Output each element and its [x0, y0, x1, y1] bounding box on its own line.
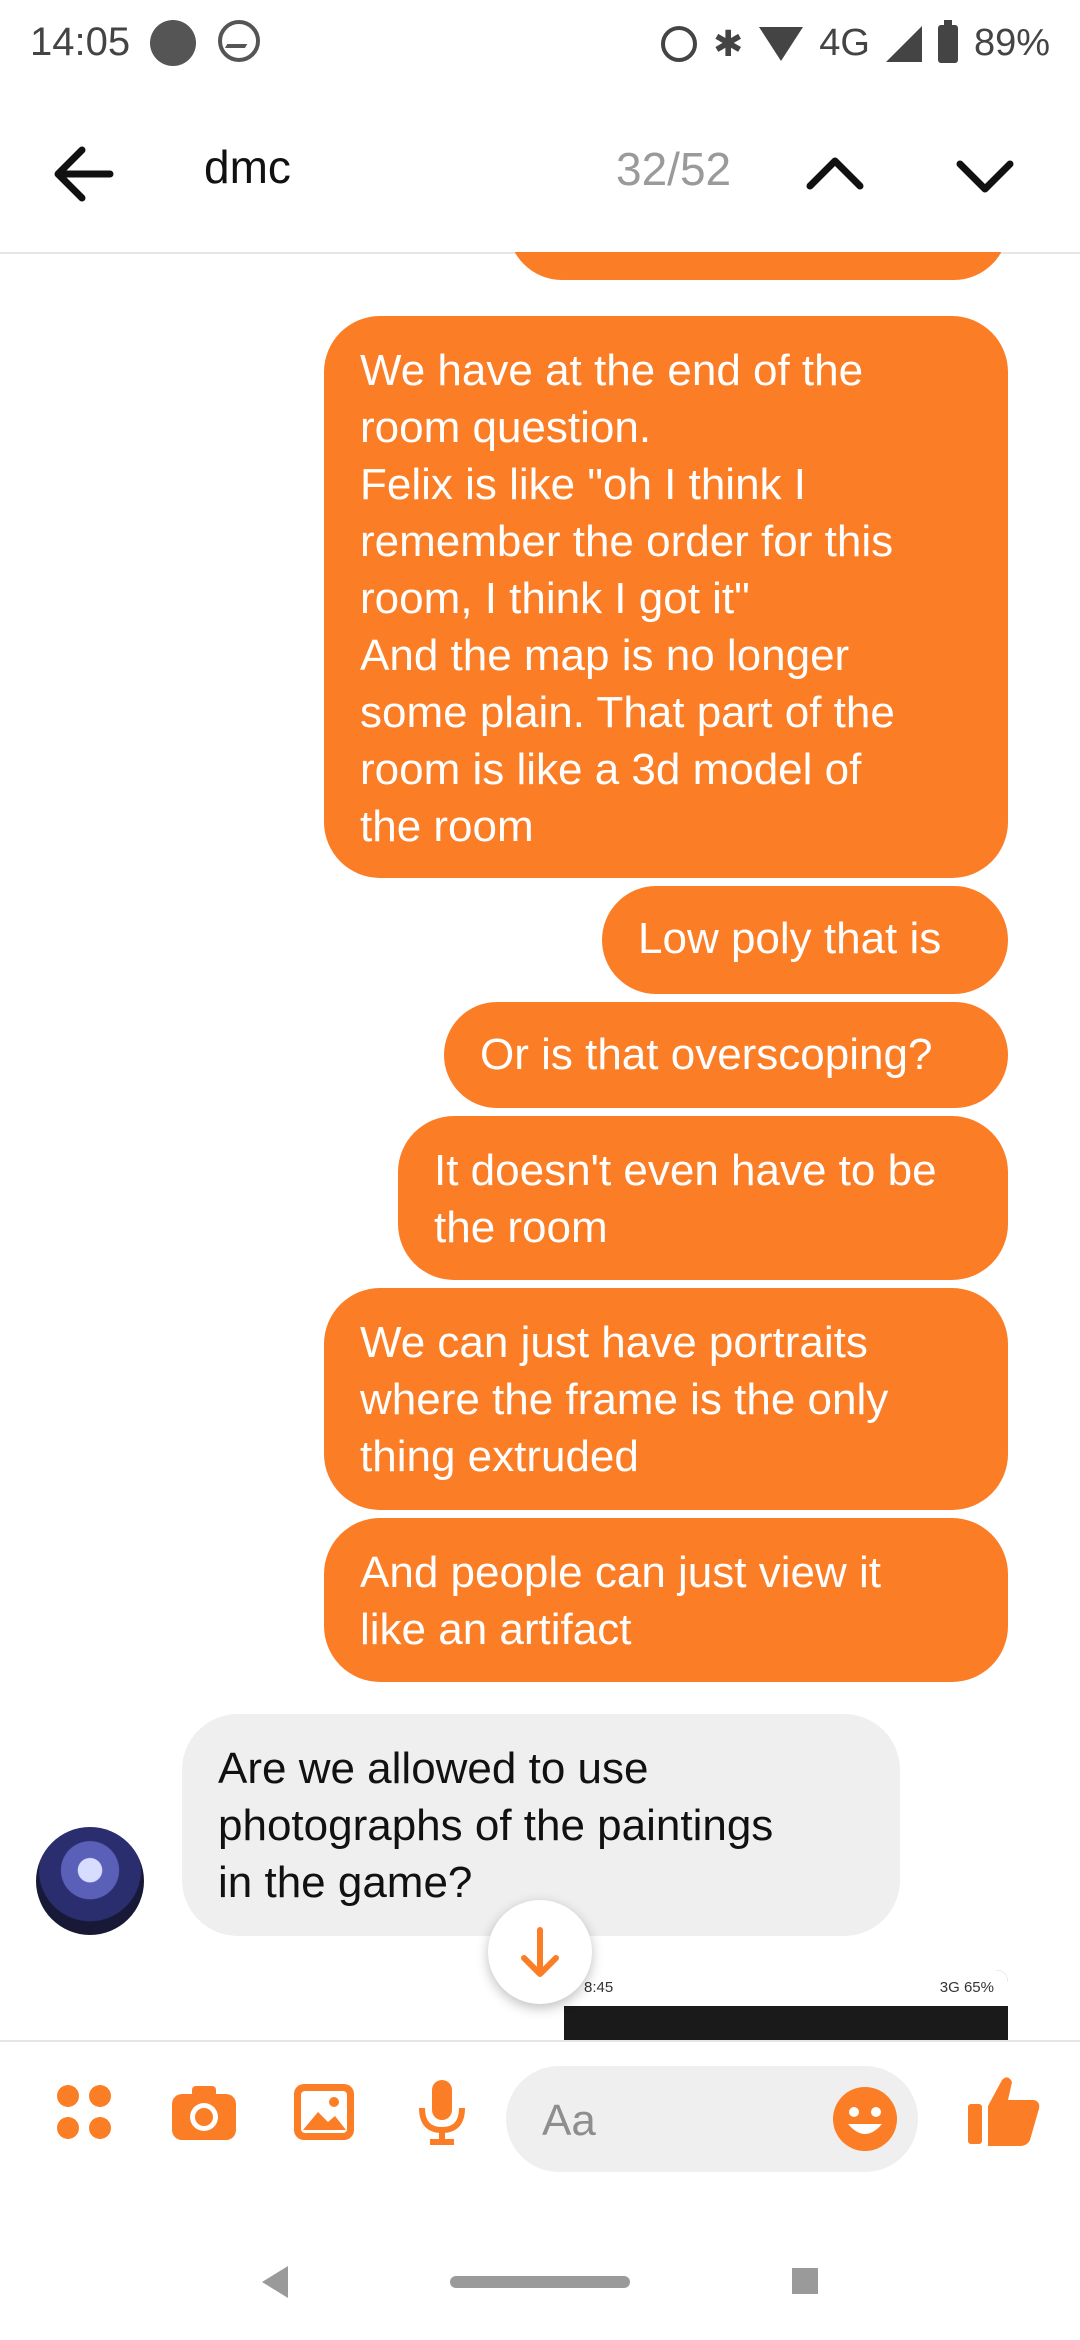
- apps-icon[interactable]: [48, 2076, 120, 2148]
- wifi-icon: [759, 26, 804, 61]
- nav-home-pill[interactable]: [450, 2276, 630, 2288]
- battery-percent: 89%: [973, 22, 1050, 64]
- emoji-icon[interactable]: [832, 2086, 898, 2152]
- status-time: 14:05: [30, 20, 131, 64]
- gallery-icon[interactable]: [288, 2076, 360, 2148]
- arrow-down-icon: [521, 1927, 559, 1977]
- scroll-to-bottom-button[interactable]: [488, 1900, 592, 2004]
- chevron-down-icon[interactable]: [950, 140, 1020, 210]
- message-bubble[interactable]: Low poly that is: [602, 886, 1008, 994]
- notification-dot-icon: [150, 20, 196, 66]
- nav-back-icon[interactable]: [262, 2266, 288, 2298]
- network-type: 4G: [819, 22, 870, 64]
- camera-icon[interactable]: [168, 2076, 240, 2148]
- battery-icon: [937, 19, 958, 63]
- contact-avatar[interactable]: [36, 1827, 144, 1935]
- back-arrow-icon[interactable]: [48, 138, 120, 210]
- signal-icon: [885, 25, 922, 62]
- message-bubble[interactable]: We can just have portraits where the fra…: [324, 1288, 1008, 1510]
- status-bar: 14:05 ✱ 4G 89%: [0, 0, 1080, 90]
- messenger-notification-icon: [218, 20, 260, 62]
- message-list[interactable]: We have at the end of the room question.…: [0, 252, 1080, 2042]
- image-message-preview[interactable]: 8:45 3G 65%: [564, 1970, 1008, 2042]
- alarm-icon: [661, 25, 698, 62]
- thumbs-up-icon[interactable]: [964, 2070, 1044, 2150]
- message-bubble[interactable]: We have at the end of the room question.…: [324, 316, 1008, 878]
- nav-recents-icon[interactable]: [792, 2268, 818, 2294]
- preview-status: 3G 65%: [939, 1979, 994, 1996]
- conversation-header: dmc 32/52: [0, 90, 1080, 254]
- microphone-icon[interactable]: [406, 2076, 478, 2148]
- preview-status-bar: 8:45 3G 65%: [564, 1970, 1008, 2006]
- message-bubble-partial[interactable]: [508, 252, 1008, 280]
- message-input[interactable]: Aa: [506, 2066, 918, 2172]
- message-input-placeholder: Aa: [542, 2096, 596, 2145]
- message-bubble[interactable]: Or is that overscoping?: [444, 1002, 1008, 1108]
- chevron-up-icon[interactable]: [800, 140, 870, 210]
- message-bubble[interactable]: It doesn't even have to be the room: [398, 1116, 1008, 1280]
- system-navigation-bar: [0, 2180, 1080, 2340]
- status-icons: ✱ 4G 89%: [661, 19, 1050, 65]
- bluetooth-icon: ✱: [713, 22, 744, 64]
- search-result-counter: 32/52: [616, 143, 732, 195]
- composer-bar: Aa: [0, 2040, 1080, 2182]
- message-bubble[interactable]: And people can just view it like an arti…: [324, 1518, 1008, 1682]
- search-query[interactable]: dmc: [204, 140, 291, 194]
